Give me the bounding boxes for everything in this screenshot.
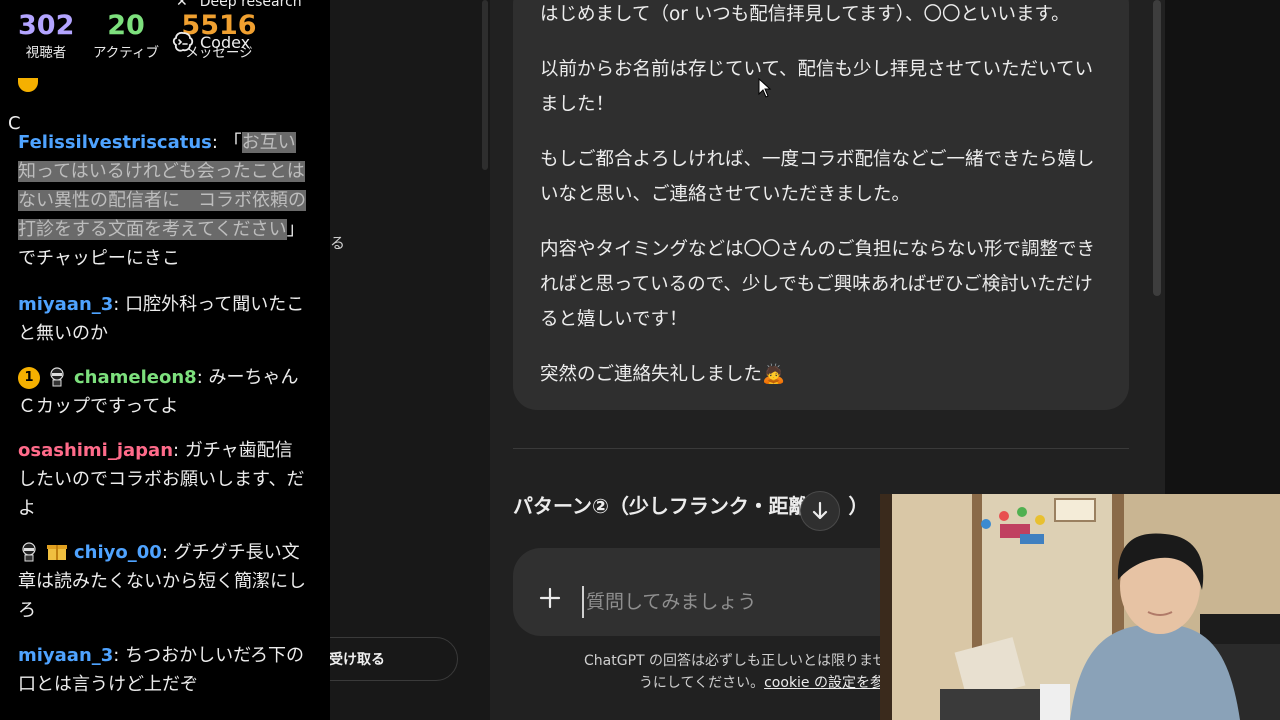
chat-highlighted-text: い: [268, 219, 287, 240]
chat-username[interactable]: miyaan_3: [18, 645, 113, 666]
message-paragraph-5: 突然のご連絡失礼しました🙇: [540, 364, 786, 385]
plus-icon[interactable]: [538, 586, 562, 610]
disclaimer-line-2: うにしてください。: [638, 675, 765, 691]
pattern-heading-text: パターン②（少しフランク・距離: [513, 494, 809, 518]
codex-icon: [172, 31, 194, 52]
chat-message: Felissilvestriscatus: 「お互い知ってはいるけれども会ったこ…: [18, 128, 310, 273]
chat-message: osashimi_japan: ガチャ歯配信したいのでコラボお願いします、だよ: [18, 436, 310, 523]
ninja-badge-icon: [22, 542, 36, 562]
stream-stats-bar: 302 視聴者 20 アクティブ 5516 メッセージ: [0, 0, 330, 78]
chat-separator: :: [211, 132, 218, 153]
webcam-feed: [880, 494, 1280, 720]
webcam-image: [880, 494, 1280, 720]
ninja-badge-icon: [50, 367, 64, 387]
chat-username[interactable]: chiyo_00: [74, 542, 162, 563]
disclaimer: ChatGPT の回答は必ずしも正しいとは限りません うにしてください。cook…: [584, 650, 884, 694]
active-label: アクティブ: [92, 45, 159, 61]
viewers-label: 視聴者: [25, 45, 67, 61]
chat-username[interactable]: Felissilvestriscatus: [18, 132, 212, 153]
badge-icon: 1: [18, 367, 40, 389]
stream-chat-panel: C Felissilvestriscatus: 「お互い知ってはいるけれども会っ…: [0, 78, 330, 720]
arrow-down-icon: [812, 501, 828, 520]
chat-text: 「: [223, 132, 242, 153]
pattern-heading-tail: ）: [848, 494, 869, 518]
cookie-settings-link[interactable]: cookie の設定を参: [764, 675, 884, 691]
viewers-count: 302: [18, 10, 75, 41]
disclaimer-line-1: ChatGPT の回答は必ずしも正しいとは限りません: [584, 653, 884, 669]
chat-message: miyaan_3: 口腔外科って聞いたこと無いのか: [18, 290, 310, 348]
chat-username[interactable]: miyaan_3: [18, 294, 113, 315]
sidebar-scrollbar[interactable]: [482, 0, 488, 170]
gift-badge-icon: [47, 545, 67, 560]
active-count: 20: [107, 10, 145, 41]
chat-message: miyaan_3: ちつおかしいだろ下の口とは言うけど上だぞ: [18, 641, 310, 699]
message-paragraph-3: もしご都合よろしければ、一度コラボ配信などご一緒できたら嬉しいなと思い、ご連絡さ…: [540, 149, 1095, 205]
message-paragraph-4: 内容やタイミングなどは〇〇さんのご負担にならない形で調整できればと思っているので…: [540, 239, 1096, 330]
scroll-down-button[interactable]: [800, 491, 840, 531]
sidebar-item-codex[interactable]: Codex: [172, 31, 250, 53]
viewers-stat: 302 視聴者: [18, 8, 74, 62]
close-icon: ✕: [176, 0, 188, 10]
section-divider: [513, 448, 1129, 449]
chat-username[interactable]: chameleon8: [74, 367, 197, 388]
right-gutter: [1165, 0, 1280, 495]
codex-label: Codex: [200, 32, 251, 52]
sidebar-partial-text: る: [330, 234, 346, 252]
chat-username[interactable]: osashimi_japan: [18, 440, 173, 461]
chat-message: chiyo_00: グチグチ長い文章は読みたくないから短く簡潔にしろ: [18, 538, 310, 625]
active-stat: 20 アクティブ: [88, 8, 164, 62]
prompt-input[interactable]: [582, 586, 878, 618]
deep-research-label: Deep research: [199, 0, 302, 10]
mouse-cursor-icon: [758, 78, 772, 98]
receive-button-label: 受け取る: [329, 652, 385, 668]
sidebar-item-deep-research[interactable]: ✕ Deep research: [176, 0, 302, 10]
message-paragraph-1: はじめまして（or いつも配信拝見してます）、〇〇といいます。: [540, 4, 1070, 25]
main-scrollbar[interactable]: [1153, 0, 1161, 296]
badge-icon: [18, 78, 38, 92]
chat-message: 1 chameleon8: みーちゃんＣカップですってよ: [18, 363, 310, 421]
message-paragraph-2: 以前からお名前は存じていて、配信も少し拝見させていただいていました！: [540, 59, 1093, 115]
